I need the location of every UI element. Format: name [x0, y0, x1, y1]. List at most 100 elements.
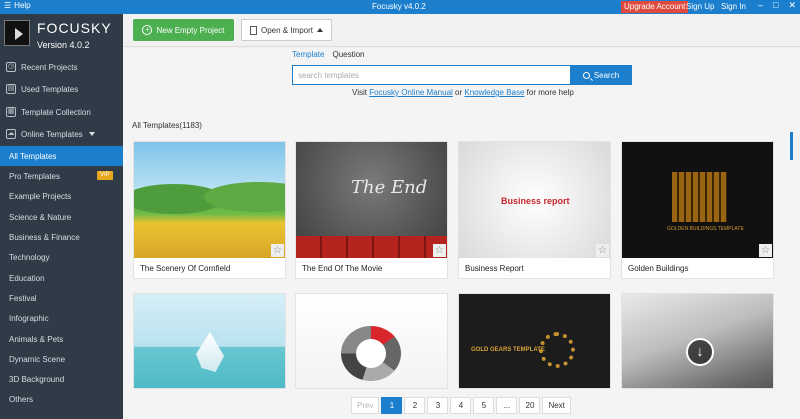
close-icon[interactable]: ✕ [788, 0, 796, 11]
template-card[interactable]: Business report ☆ Business Report [458, 141, 611, 279]
sidebar-item-all-templates[interactable]: All Templates [0, 146, 123, 166]
sidebar-item-example-projects[interactable]: Example Projects [0, 186, 123, 206]
sidebar-item-dynamic-scene[interactable]: Dynamic Scene [0, 349, 123, 369]
new-project-label: New Empty Project [156, 25, 225, 35]
brand-name: FOCUSKY [37, 20, 112, 36]
thumb-text: Business report [501, 196, 570, 206]
template-card[interactable]: GOLD GEARS TEMPLATE [458, 293, 611, 389]
tab-question[interactable]: Question [332, 50, 364, 59]
sidebar-item-online-templates[interactable]: ☁ Online Templates [0, 124, 123, 144]
search-icon [582, 71, 590, 79]
sidebar-item-label: Animals & Pets [9, 334, 64, 344]
maximize-icon[interactable]: □ [773, 0, 778, 11]
cloud-icon: ☁ [6, 129, 16, 139]
sidebar-item-label: Festival [9, 293, 37, 303]
template-card[interactable]: ↓ [621, 293, 774, 389]
template-caption: The End Of The Movie [302, 263, 383, 273]
app-logo: FOCUSKY Version 4.0.2 [4, 18, 120, 62]
sidebar-item-used-templates[interactable]: ▤ Used Templates [0, 79, 123, 99]
sidebar-item-business-finance[interactable]: Business & Finance [0, 227, 123, 247]
sidebar-item-education[interactable]: Education [0, 268, 123, 288]
template-card[interactable]: ☆ The Scenery Of Cornfield [133, 141, 286, 279]
sidebar-item-label: Pro Templates [9, 171, 60, 181]
version-label: Version 4.0.2 [37, 40, 90, 50]
tab-template[interactable]: Template [292, 50, 324, 59]
template-card[interactable] [133, 293, 286, 389]
upgrade-account-button[interactable]: Upgrade Account [621, 1, 689, 13]
page-prev-button[interactable]: Prev [351, 397, 380, 414]
page-4-button[interactable]: 4 [450, 397, 472, 414]
page-1-button[interactable]: 1 [381, 397, 403, 414]
caret-up-icon [317, 28, 324, 32]
sidebar-item-label: Infographic [9, 313, 49, 323]
template-card[interactable]: The End ☆ The End Of The Movie [295, 141, 448, 279]
main-content: Template Question Search Visit Focusky O… [123, 48, 800, 419]
page-ellipsis: ... [496, 397, 518, 414]
favorite-star-icon[interactable]: ☆ [271, 244, 284, 257]
search-input[interactable] [293, 66, 570, 84]
sidebar-item-label: Template Collection [21, 107, 91, 117]
sidebar-item-template-collection[interactable]: ▦ Template Collection [0, 102, 123, 122]
thumb-buildings [672, 172, 727, 222]
sign-in-link[interactable]: Sign In [721, 2, 746, 11]
help-menu[interactable]: ☰ Help [4, 1, 31, 10]
template-thumbnail [296, 294, 447, 388]
favorite-star-icon[interactable]: ☆ [759, 244, 772, 257]
or-text: or [455, 88, 463, 97]
page-20-button[interactable]: 20 [519, 397, 541, 414]
sidebar-item-science-nature[interactable]: Science & Nature [0, 207, 123, 227]
minimize-icon[interactable]: – [758, 0, 763, 11]
sidebar-item-festival[interactable]: Festival [0, 288, 123, 308]
sidebar-item-label: Online Templates [21, 129, 83, 139]
open-import-label: Open & Import [260, 25, 314, 35]
sign-up-link[interactable]: Sign Up [686, 2, 714, 11]
thumb-ring [341, 326, 401, 381]
sidebar-item-animals-pets[interactable]: Animals & Pets [0, 329, 123, 349]
sidebar-item-label: Recent Projects [21, 62, 78, 72]
search-box [292, 65, 571, 85]
sidebar-item-pro-templates[interactable]: Pro Templates VIP [0, 166, 123, 186]
sidebar-item-3d-background[interactable]: 3D Background [0, 369, 123, 389]
new-empty-project-button[interactable]: + New Empty Project [133, 19, 234, 41]
thumb-text: GOLDEN BUILDINGS TEMPLATE [667, 226, 744, 232]
collection-icon: ▦ [6, 107, 16, 117]
favorite-star-icon[interactable]: ☆ [433, 244, 446, 257]
page-next-button[interactable]: Next [542, 397, 571, 414]
template-caption: Golden Buildings [628, 263, 689, 273]
template-card[interactable]: GOLDEN BUILDINGS TEMPLATE ☆ Golden Build… [621, 141, 774, 279]
thumb-iceberg [196, 332, 224, 372]
template-card[interactable] [295, 293, 448, 389]
template-caption: The Scenery Of Cornfield [140, 263, 231, 273]
plus-icon: + [142, 25, 153, 35]
toolbar: + New Empty Project Open & Import [123, 14, 800, 47]
window-controls: – □ ✕ [758, 0, 796, 11]
clock-icon: ◷ [6, 62, 16, 72]
download-icon[interactable]: ↓ [686, 338, 714, 366]
sidebar-item-label: All Templates [9, 151, 57, 161]
sidebar-item-label: Education [9, 273, 45, 283]
sidebar-item-recent-projects[interactable]: ◷ Recent Projects [0, 57, 123, 77]
sidebar-item-label: 3D Background [9, 374, 65, 384]
favorite-star-icon[interactable]: ☆ [596, 244, 609, 257]
sidebar-item-technology[interactable]: Technology [0, 247, 123, 267]
page-2-button[interactable]: 2 [404, 397, 426, 414]
sidebar-item-label: Business & Finance [9, 232, 80, 242]
sidebar-item-infographic[interactable]: Infographic [0, 308, 123, 328]
open-import-button[interactable]: Open & Import [241, 19, 332, 41]
scrollbar-thumb[interactable] [790, 132, 793, 160]
page-5-button[interactable]: 5 [473, 397, 495, 414]
thumb-gear [539, 332, 575, 368]
knowledge-base-link[interactable]: Knowledge Base [464, 88, 524, 97]
chevron-down-icon [88, 132, 95, 136]
sidebar-item-label: Others [9, 394, 34, 404]
sidebar-item-label: Example Projects [9, 191, 72, 201]
help-line: Visit Focusky Online Manual or Knowledge… [352, 88, 574, 97]
sidebar-item-label: Dynamic Scene [9, 354, 66, 364]
page-3-button[interactable]: 3 [427, 397, 449, 414]
online-manual-link[interactable]: Focusky Online Manual [369, 88, 453, 97]
search-button[interactable]: Search [570, 65, 632, 85]
search-button-label: Search [593, 70, 620, 80]
sidebar-item-others[interactable]: Others [0, 389, 123, 409]
template-thumbnail: The End ☆ [296, 142, 447, 258]
document-icon [249, 25, 257, 35]
